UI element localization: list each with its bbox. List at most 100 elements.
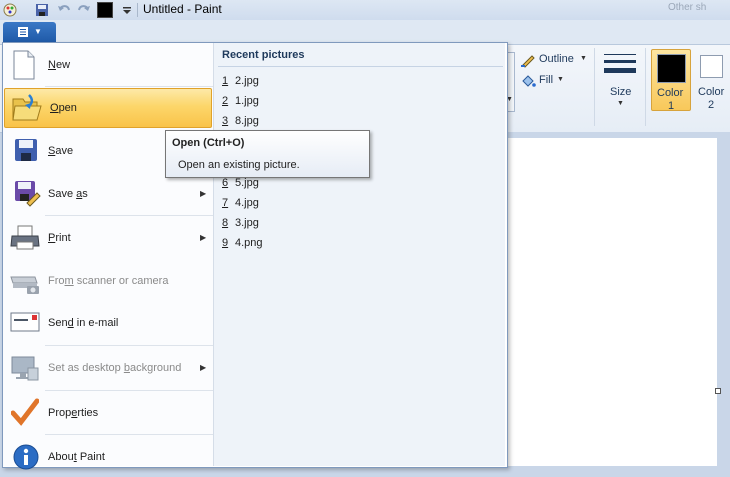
title-bar: Untitled - Paint Other sh bbox=[0, 0, 730, 20]
color2-label: Color bbox=[698, 86, 725, 98]
label-rest: in e-mail bbox=[73, 317, 119, 329]
label-rest: scanner or camera bbox=[73, 275, 169, 287]
menu-item-save-as[interactable]: Save as ▶ bbox=[3, 173, 213, 213]
menu-item-label: New bbox=[48, 59, 70, 71]
label-start: Abou bbox=[48, 451, 74, 463]
label-start: Set as desktop bbox=[48, 362, 124, 374]
recent-item[interactable]: 3 8.jpg bbox=[222, 115, 259, 127]
save-disk-icon bbox=[15, 139, 37, 161]
label-rest: ew bbox=[55, 59, 71, 71]
label-rest: pen bbox=[58, 102, 77, 114]
tooltip-title: Open (Ctrl+O) bbox=[172, 137, 245, 149]
info-icon bbox=[13, 444, 39, 470]
color1-swatch bbox=[657, 54, 686, 83]
outline-dropdown-icon[interactable]: ▼ bbox=[580, 55, 587, 62]
menu-item-open[interactable]: Open bbox=[4, 88, 212, 128]
color1-label: Color bbox=[657, 87, 684, 99]
menu-dropdown-icon: ▼ bbox=[34, 27, 42, 36]
save-as-icon bbox=[15, 181, 41, 207]
label-start: Fro bbox=[48, 275, 65, 287]
color1-button[interactable]: Color 1 bbox=[651, 49, 691, 112]
size-dropdown-icon: ▼ bbox=[617, 100, 624, 107]
color1-label-number: 1 bbox=[668, 100, 675, 112]
open-folder-icon bbox=[12, 94, 42, 121]
size-button[interactable]: Size ▼ bbox=[603, 50, 637, 110]
menu-separator bbox=[45, 86, 213, 87]
recent-item-name: 8.jpg bbox=[235, 115, 259, 127]
menu-item-about[interactable]: About Paint bbox=[3, 437, 213, 477]
recent-item[interactable]: 9 4.png bbox=[222, 237, 263, 249]
recent-item[interactable]: 2 1.jpg bbox=[222, 95, 259, 107]
label-start: Save bbox=[48, 188, 77, 200]
fill-icon bbox=[522, 75, 536, 87]
submenu-arrow-icon: ▶ bbox=[200, 233, 207, 242]
size-label: Size bbox=[610, 86, 632, 98]
color2-button[interactable]: Color 2 bbox=[694, 49, 730, 111]
scanner-camera-icon bbox=[10, 276, 39, 294]
label-start: Sen bbox=[48, 317, 68, 329]
menu-item-label: Save bbox=[48, 145, 73, 157]
fill-dropdown-icon[interactable]: ▼ bbox=[557, 76, 564, 83]
mnemonic-char: N bbox=[48, 59, 56, 71]
window-title: Untitled - Paint bbox=[143, 2, 222, 16]
label-rest: ackground bbox=[129, 362, 182, 374]
submenu-arrow-icon: ▶ bbox=[200, 189, 207, 198]
menu-item-label: Print bbox=[48, 232, 71, 244]
outline-icon bbox=[521, 55, 535, 68]
customize-dropdown-icon[interactable] bbox=[119, 2, 135, 18]
menu-separator bbox=[45, 215, 213, 216]
undo-icon[interactable] bbox=[56, 2, 72, 18]
menu-item-label: From scanner or camera bbox=[48, 275, 168, 287]
checkmark-icon bbox=[11, 398, 39, 426]
recent-item-name: 3.jpg bbox=[235, 217, 259, 229]
recent-pictures-heading: Recent pictures bbox=[222, 49, 305, 61]
open-tooltip: Open (Ctrl+O) Open an existing picture. bbox=[165, 130, 370, 178]
size-line-medium bbox=[604, 60, 636, 63]
recent-item-number: 7 bbox=[222, 197, 229, 209]
recent-item-number: 8 bbox=[222, 217, 229, 229]
recent-item[interactable]: 6 5.jpg bbox=[222, 177, 259, 189]
window-title-faded-text: Other sh bbox=[668, 2, 707, 13]
menu-separator bbox=[45, 390, 213, 391]
outline-button[interactable]: Outline bbox=[539, 53, 574, 65]
tooltip-description: Open an existing picture. bbox=[178, 159, 300, 171]
label-start: Prop bbox=[48, 407, 72, 419]
menu-item-from-scanner[interactable]: From scanner or camera bbox=[3, 261, 213, 301]
label-rest: rties bbox=[77, 407, 99, 419]
redo-icon[interactable] bbox=[76, 2, 92, 18]
menu-item-label: Open bbox=[50, 102, 77, 114]
submenu-arrow-icon: ▶ bbox=[200, 363, 207, 372]
recent-item[interactable]: 1 2.jpg bbox=[222, 75, 259, 87]
label-rest: s bbox=[82, 188, 88, 200]
mnemonic-char: O bbox=[50, 102, 59, 114]
size-line-thick bbox=[604, 68, 636, 73]
recent-item[interactable]: 7 4.jpg bbox=[222, 197, 259, 209]
color2-swatch bbox=[700, 55, 723, 78]
recent-item-name: 2.jpg bbox=[235, 75, 259, 87]
menu-item-desktop-background[interactable]: Set as desktop background ▶ bbox=[3, 348, 213, 388]
canvas-resize-handle[interactable] bbox=[715, 388, 721, 394]
mnemonic-char: m bbox=[64, 275, 74, 287]
recent-item-name: 1.jpg bbox=[235, 95, 259, 107]
label-rest: rint bbox=[55, 232, 71, 244]
ribbon-group-divider bbox=[645, 48, 646, 126]
menu-item-properties[interactable]: Properties bbox=[3, 392, 213, 432]
size-line-thin bbox=[604, 54, 636, 55]
menu-item-label: Properties bbox=[48, 407, 98, 419]
new-document-icon bbox=[13, 50, 35, 80]
menu-item-new[interactable]: New bbox=[3, 45, 213, 85]
fill-button[interactable]: Fill bbox=[539, 74, 553, 86]
menu-item-print[interactable]: Print ▶ bbox=[3, 218, 213, 258]
paint-app-icon[interactable] bbox=[2, 2, 18, 18]
menu-item-label: Save as bbox=[48, 188, 88, 200]
drawing-canvas[interactable] bbox=[505, 138, 717, 466]
paint-menu-button[interactable]: ▼ bbox=[3, 22, 56, 42]
menu-item-label: About Paint bbox=[48, 451, 105, 463]
recent-item[interactable]: 8 3.jpg bbox=[222, 217, 259, 229]
recent-item-number: 1 bbox=[222, 75, 229, 87]
title-divider bbox=[137, 3, 138, 17]
menu-item-send-email[interactable]: Send in e-mail bbox=[3, 303, 213, 343]
color-swatch-icon[interactable] bbox=[97, 2, 113, 18]
save-icon[interactable] bbox=[34, 2, 50, 18]
recent-item-number: 6 bbox=[222, 177, 229, 189]
